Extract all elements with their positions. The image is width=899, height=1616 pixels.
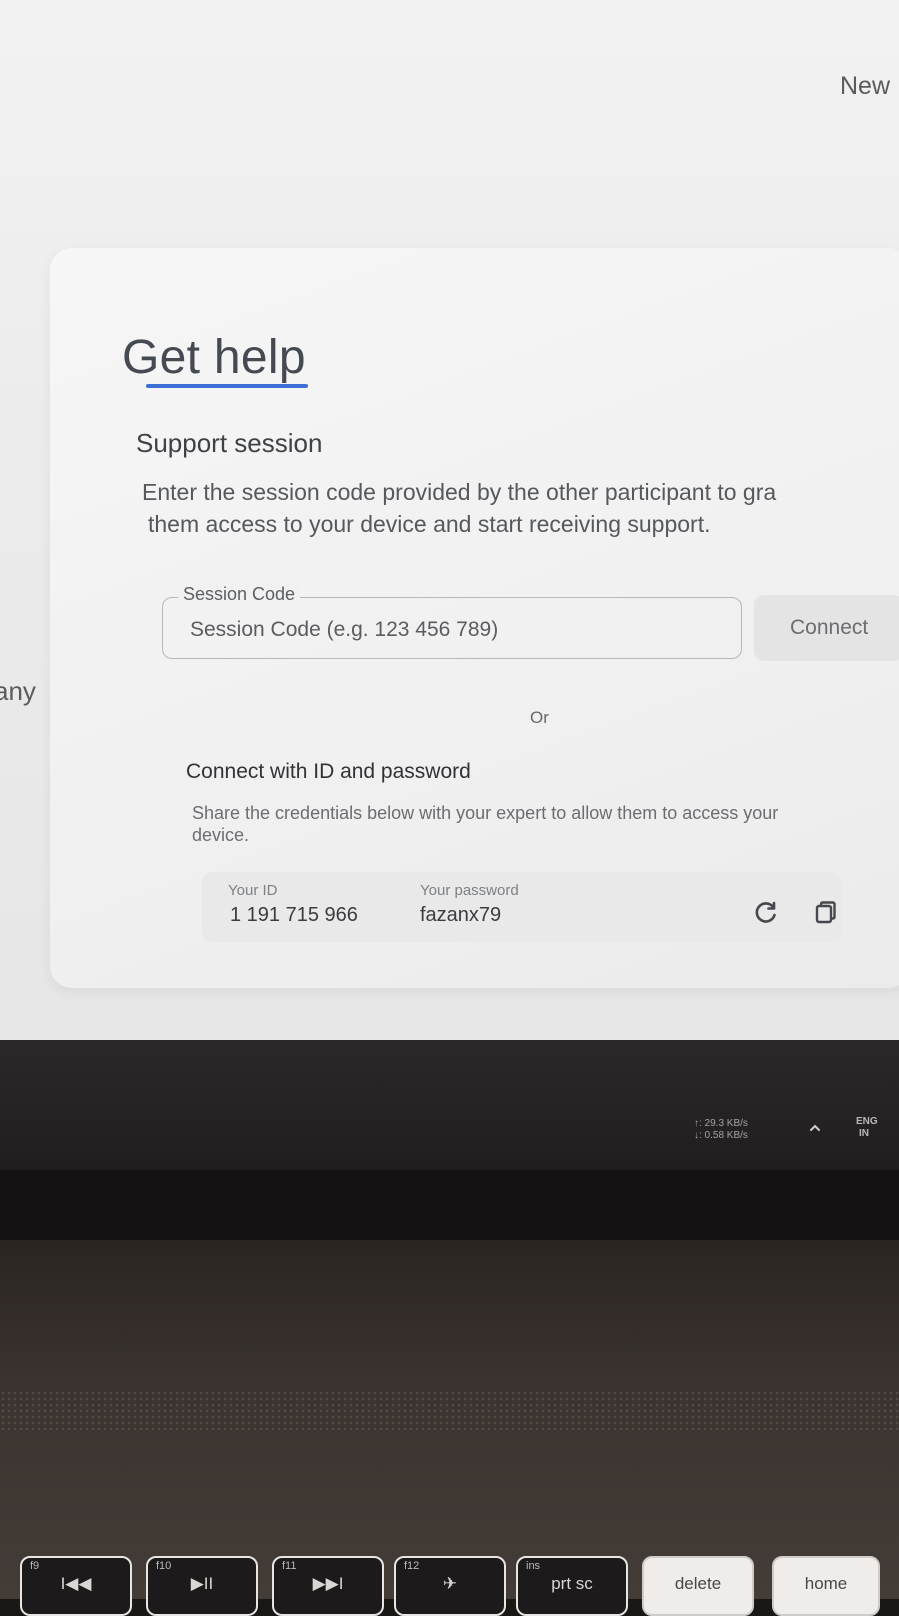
key-fn-label: f12 [404,1560,420,1572]
connect-button[interactable]: Connect [754,595,899,661]
key-f10[interactable]: f10 ▶II [146,1556,258,1616]
refresh-icon [755,901,776,923]
key-label: ▶II [190,1574,214,1593]
session-code-input[interactable] [188,614,712,646]
or-divider-label: Or [530,708,549,727]
copy-icon [815,901,836,924]
key-f9[interactable]: f9 I◀◀ [20,1556,132,1616]
download-speed: ↓: 0.58 KB/s [694,1130,748,1141]
region-code: IN [859,1128,869,1139]
credentials-heading: Connect with ID and password [186,760,471,783]
key-prt-sc[interactable]: ins prt sc [516,1556,628,1616]
title-underline [146,384,308,388]
upload-speed: ↑: 29.3 KB/s [694,1118,748,1129]
key-delete[interactable]: delete [642,1556,754,1616]
screen: New any Get help Support session Enter t… [0,0,899,1040]
key-label: delete [674,1574,722,1593]
support-session-description: Enter the session code provided by the o… [142,476,899,540]
description-line-2: them access to your device and start rec… [148,511,711,537]
support-session-heading: Support session [136,428,323,458]
key-label: ▶▶I [312,1574,344,1593]
tray-chevron-up-icon[interactable] [808,1121,822,1135]
description-line-1: Enter the session code provided by the o… [142,479,777,505]
key-fn-label: f9 [30,1560,40,1572]
your-id-label: Your ID [228,882,278,899]
key-f11[interactable]: f11 ▶▶I [272,1556,384,1616]
speaker-grille [0,1390,899,1430]
taskbar [0,1040,899,1170]
laptop-bezel [0,1170,899,1240]
your-id-value: 1 191 715 966 [230,904,358,926]
page-title: Get help [122,331,306,384]
key-f12[interactable]: f12 ✈ [394,1556,506,1616]
key-label: I◀◀ [60,1574,92,1593]
key-label: prt sc [551,1574,593,1593]
key-label: ✈ [442,1574,458,1593]
key-label: home [804,1574,848,1593]
refresh-password-button[interactable] [750,897,782,929]
language-code: ENG [856,1116,878,1127]
network-speed: ↑: 29.3 KB/s ↓: 0.58 KB/s [694,1118,748,1142]
key-home[interactable]: home [772,1556,880,1616]
session-code-label: Session Code [178,584,301,605]
key-fn-label: f11 [282,1560,297,1572]
your-password-value: fazanx79 [420,904,502,926]
your-password-label: Your password [420,882,519,899]
key-fn-label: ins [526,1560,541,1572]
copy-credentials-button[interactable] [810,897,842,929]
language-indicator[interactable]: ENG IN [856,1116,878,1140]
new-button[interactable]: New [840,72,890,101]
key-fn-label: f10 [156,1560,172,1572]
sidebar-partial-text: any [0,676,36,706]
credentials-description: Share the credentials below with your ex… [192,803,779,845]
